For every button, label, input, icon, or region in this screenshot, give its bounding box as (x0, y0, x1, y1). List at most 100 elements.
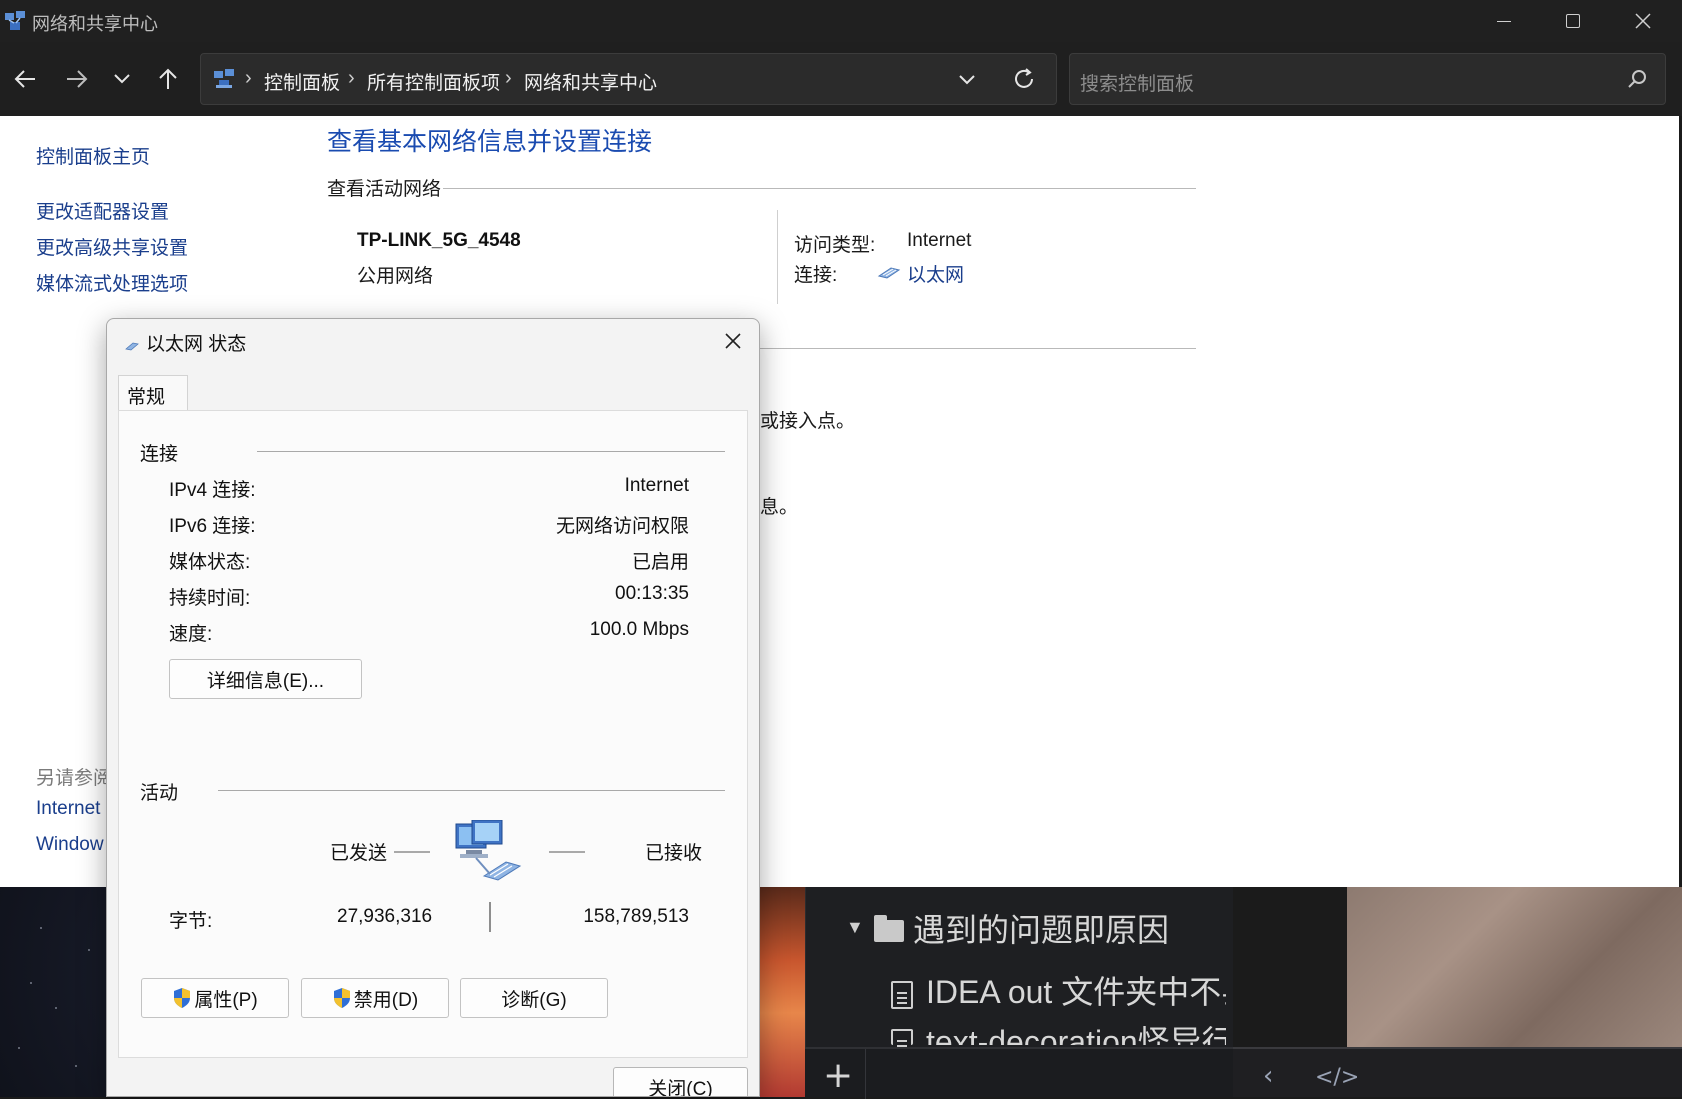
refresh-icon[interactable] (1012, 67, 1036, 91)
shield-icon (333, 988, 350, 1008)
ipv6-label: IPv6 连接: (169, 516, 256, 537)
breadcrumb-separator-icon: › (505, 67, 512, 89)
background-window-strip (760, 887, 805, 1097)
close-dialog-button[interactable]: 关闭(C) (613, 1067, 748, 1096)
sidebar-link-media-streaming[interactable]: 媒体流式处理选项 (36, 269, 188, 296)
details-button[interactable]: 详细信息(E)... (169, 659, 362, 699)
file-icon (891, 1029, 913, 1045)
editor-file-item: text-decoration怪异行 (926, 1024, 1226, 1045)
diagnose-button[interactable]: 诊断(G) (460, 978, 608, 1018)
ipv4-value: Internet (624, 475, 689, 496)
chevron-down-icon[interactable] (958, 68, 976, 90)
see-also-link-internet[interactable]: Internet (36, 798, 100, 820)
disable-button-label: 禁用(D) (353, 989, 419, 1011)
tab-general[interactable]: 常规 (118, 375, 188, 411)
search-placeholder[interactable]: 搜索控制面板 (1080, 69, 1194, 96)
speed-value: 100.0 Mbps (589, 619, 689, 640)
media-state-label: 媒体状态: (169, 552, 251, 573)
properties-button-label: 属性(P) (194, 989, 258, 1011)
bytes-divider (489, 902, 491, 932)
forward-button[interactable] (60, 62, 94, 96)
bytes-sent-value: 27,936,316 (337, 906, 433, 927)
breadcrumb-control-panel[interactable]: 控制面板 (264, 68, 340, 95)
close-icon (1635, 13, 1651, 29)
active-networks-heading: 查看活动网络 (327, 179, 442, 200)
search-box[interactable]: 搜索控制面板 (1069, 53, 1666, 105)
bytes-received-value: 158,789,513 (583, 906, 689, 927)
access-type-value: Internet (907, 230, 972, 251)
editor-folder-item: 遇到的问题即原因 (913, 912, 1170, 948)
sidebar-home-link[interactable]: 控制面板主页 (36, 142, 150, 169)
minimize-button[interactable] (1480, 6, 1528, 36)
back-button[interactable] (8, 62, 42, 96)
ethernet-icon (125, 342, 139, 351)
group-divider (257, 451, 725, 452)
dialog-title: 以太网 状态 (146, 334, 247, 355)
code-icon[interactable]: </> (1315, 1065, 1359, 1090)
recent-chevron-icon (114, 74, 130, 84)
section-divider (443, 188, 1196, 189)
app-network-icon (5, 11, 25, 30)
breadcrumb-all-items[interactable]: 所有控制面板项 (367, 68, 500, 95)
ethernet-connection-link[interactable]: 以太网 (907, 260, 964, 287)
editor-toolbar: + (805, 1047, 1233, 1099)
duration-value: 00:13:35 (615, 583, 689, 604)
activity-line (394, 851, 430, 853)
sidebar-link-advanced-sharing[interactable]: 更改高级共享设置 (36, 233, 188, 260)
access-type-label: 访问类型: (794, 235, 876, 256)
toolbar-separator (865, 1049, 866, 1099)
properties-button[interactable]: 属性(P) (141, 978, 289, 1018)
see-also-link-windows[interactable]: Window (36, 834, 104, 856)
chevron-left-icon[interactable]: ‹ (1263, 1061, 1273, 1091)
partially-hidden-text: 息。 (760, 497, 799, 518)
media-state-value: 已启用 (631, 552, 689, 573)
partially-hidden-text: 或接入点。 (760, 411, 856, 432)
duration-label: 持续时间: (169, 588, 251, 609)
navigation-bar: › 控制面板 › 所有控制面板项 › 网络和共享中心 搜索控制面板 (0, 42, 1682, 116)
close-button[interactable] (1619, 6, 1667, 36)
activity-line (549, 851, 585, 853)
network-info-divider (777, 210, 778, 304)
network-computers-icon (455, 820, 522, 881)
network-category-link[interactable]: 公用网络 (357, 261, 433, 288)
maximize-button[interactable] (1549, 6, 1597, 36)
up-arrow-icon (159, 68, 177, 89)
shield-icon (174, 988, 191, 1008)
received-label: 已接收 (645, 843, 703, 864)
folder-icon (874, 915, 904, 942)
ethernet-status-dialog: 以太网 状态 常规 连接 IPv4 连接: Internet IPv6 连接: … (106, 318, 760, 1097)
window-title: 网络和共享中心 (32, 14, 158, 34)
background-toolbar: ‹ </> (1233, 1047, 1682, 1097)
breadcrumb-separator-icon: › (348, 67, 355, 89)
background-image-window (1347, 887, 1682, 1047)
title-bar: 网络和共享中心 (0, 0, 1682, 42)
chevron-down-icon: ▼ (846, 917, 864, 937)
breadcrumb-separator-icon: › (245, 67, 252, 89)
forward-arrow-icon (67, 70, 88, 88)
bytes-label: 字节: (169, 911, 213, 932)
close-icon[interactable] (721, 329, 745, 353)
ipv4-label: IPv4 连接: (169, 480, 256, 501)
ethernet-icon (877, 267, 901, 279)
speed-label: 速度: (169, 624, 213, 645)
search-icon[interactable] (1627, 69, 1647, 89)
section-divider (760, 348, 1196, 349)
editor-file-item: IDEA out 文件夹中不县 (926, 974, 1226, 1010)
group-divider (218, 790, 725, 791)
connections-label: 连接: (794, 265, 838, 286)
back-arrow-icon (14, 70, 35, 88)
ipv6-value: 无网络访问权限 (555, 516, 689, 537)
file-icon (891, 981, 913, 1009)
address-bar[interactable]: › 控制面板 › 所有控制面板项 › 网络和共享中心 (200, 53, 1057, 105)
page-title: 查看基本网络信息并设置连接 (327, 128, 653, 156)
general-tab-panel: 连接 IPv4 连接: Internet IPv6 连接: 无网络访问权限 媒体… (118, 410, 748, 1058)
plus-icon[interactable]: + (823, 1055, 853, 1096)
network-name: TP-LINK_5G_4548 (357, 230, 521, 251)
breadcrumb-current[interactable]: 网络和共享中心 (524, 68, 657, 95)
connection-group-heading: 连接 (140, 444, 179, 465)
sidebar-link-adapter-settings[interactable]: 更改适配器设置 (36, 197, 169, 224)
recent-locations-button[interactable] (105, 62, 139, 96)
up-button[interactable] (151, 62, 185, 96)
disable-button[interactable]: 禁用(D) (301, 978, 449, 1018)
see-also-heading: 另请参阅 (36, 768, 113, 789)
